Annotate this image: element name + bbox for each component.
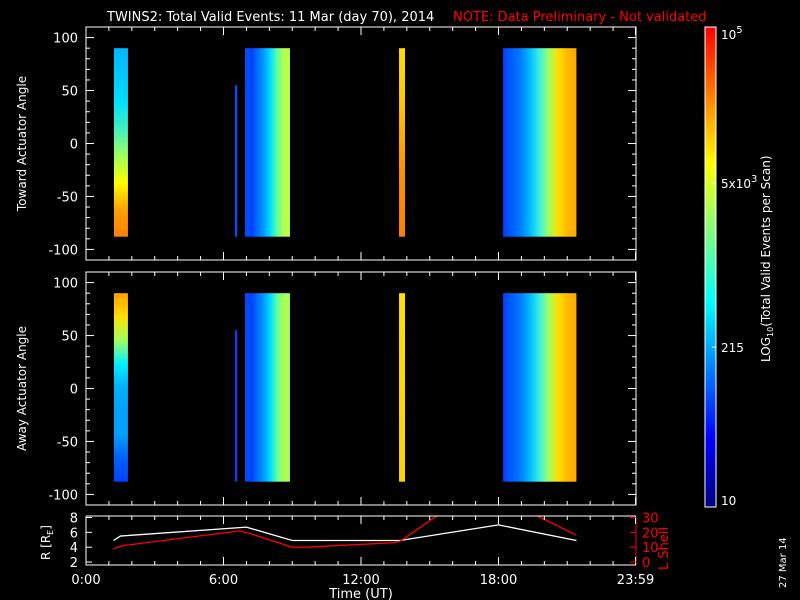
tick-base: 10 — [721, 28, 736, 42]
colorbar-tick-label: 215 — [721, 341, 744, 355]
away-data-band-0 — [113, 293, 128, 482]
date-stamp: 27 Mar 14 — [778, 537, 789, 588]
y-tick-label: 0 — [70, 383, 78, 398]
x-axis-label: Time (UT) — [328, 587, 393, 600]
x-tick-label: 0:00 — [71, 573, 100, 588]
y-axis-label: R [RE] — [39, 525, 55, 560]
toward-data-band-0 — [113, 48, 128, 237]
y-tick-label: -50 — [57, 435, 78, 450]
toward-data-band-4 — [503, 48, 577, 237]
toward-data-band-1 — [234, 85, 238, 237]
y-label-main: R [R — [39, 535, 53, 560]
y-tick-label: -100 — [48, 243, 78, 258]
preliminary-note: NOTE: Data Preliminary - Not validated — [453, 10, 707, 25]
y2-axis-label: L Shell — [657, 527, 672, 570]
toward-data-band-3 — [399, 48, 405, 237]
tick-base: 5x10 — [721, 177, 751, 191]
tick-base: 215 — [721, 341, 744, 355]
tick-base: 10 — [721, 494, 736, 508]
x-tick-label: 12:00 — [342, 573, 379, 588]
y2-tick-label: 0 — [642, 556, 650, 571]
label-sub: 10 — [766, 327, 775, 337]
label-log: LOG — [759, 337, 773, 362]
away-data-band-1 — [234, 330, 238, 482]
y-tick-label: -50 — [57, 190, 78, 205]
l-shell-line — [113, 516, 437, 550]
tick-exponent: 3 — [751, 174, 757, 185]
y-tick-label: 2 — [70, 556, 78, 571]
colorbar-tick-label: 10 — [721, 494, 736, 508]
colorbar-tick-label: 105 — [721, 25, 743, 42]
x-tick-label: 23:59 — [617, 573, 654, 588]
toward-data-band-2 — [245, 48, 290, 237]
plot-title: TWINS2: Total Valid Events: 11 Mar (day … — [106, 10, 434, 25]
y-tick-label: 100 — [53, 32, 78, 47]
colorbar-label: LOG10(Total Valid Events per Scan) — [759, 155, 775, 362]
y-tick-label: -100 — [48, 488, 78, 503]
x-tick-label: 18:00 — [480, 573, 517, 588]
tick-exponent: 5 — [736, 25, 742, 36]
toward-y-axis-label: Toward Actuator Angle — [15, 76, 29, 212]
y-tick-label: 8 — [70, 511, 78, 526]
colorbar-tick-label: 5x103 — [721, 174, 757, 191]
away-data-band-2 — [245, 293, 290, 482]
y-tick-label: 4 — [70, 541, 78, 556]
label-rest: (Total Valid Events per Scan) — [759, 155, 773, 326]
away-y-axis-label: Away Actuator Angle — [15, 326, 29, 451]
x-tick-label: 6:00 — [209, 573, 238, 588]
twins-plot: TWINS2: Total Valid Events: 11 Mar (day … — [15, 10, 789, 600]
y-label-close: ] — [39, 525, 53, 530]
y-tick-label: 100 — [53, 277, 78, 292]
y-tick-label: 6 — [70, 526, 78, 541]
l-shell-line — [537, 516, 577, 536]
away-data-band-4 — [503, 293, 577, 482]
y-tick-label: 0 — [70, 138, 78, 153]
y2-tick-label: 30 — [642, 511, 659, 526]
colorbar-scale — [704, 26, 717, 508]
colorbar: 1055x10321510LOG10(Total Valid Events pe… — [704, 25, 775, 508]
y-tick-label: 50 — [61, 85, 78, 100]
away-data-band-3 — [399, 293, 405, 482]
y-tick-label: 50 — [61, 330, 78, 345]
